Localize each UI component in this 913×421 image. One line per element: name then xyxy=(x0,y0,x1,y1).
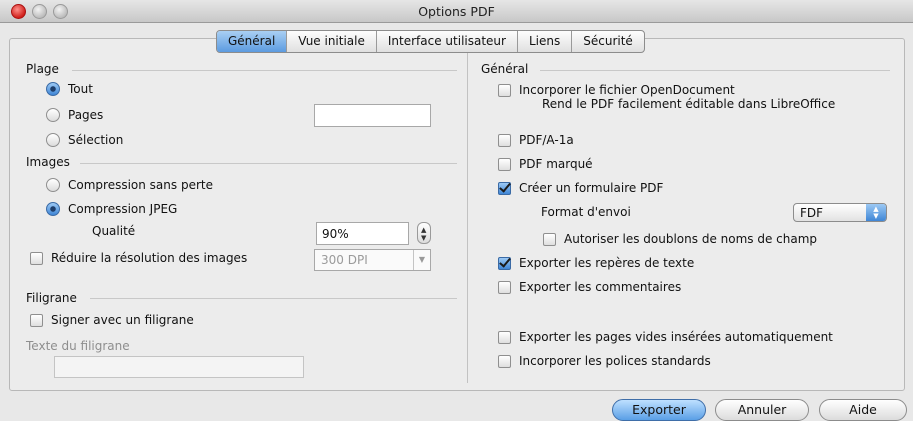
radio-row-jpeg[interactable]: Compression JPEG xyxy=(46,202,177,216)
window-title: Options PDF xyxy=(418,4,495,19)
help-button[interactable]: Aide xyxy=(819,399,907,421)
section-title-general: Général xyxy=(481,62,529,76)
checkbox-label-pdfa: PDF/A-1a xyxy=(519,133,574,147)
checkbox-label-sign-watermark: Signer avec un filigrane xyxy=(51,313,194,327)
title-bar: Options PDF xyxy=(0,0,913,23)
chevron-down-icon: ▼ xyxy=(413,250,430,270)
section-title-filigrane: Filigrane xyxy=(26,291,77,305)
tab-initial-view[interactable]: Vue initiale xyxy=(287,31,377,52)
checkbox-label-export-empty-pages: Exporter les pages vides insérées automa… xyxy=(519,330,833,344)
tab-security[interactable]: Sécurité xyxy=(572,31,644,52)
radio-jpeg-compression[interactable] xyxy=(46,202,60,216)
up-down-arrows-icon: ▲ ▼ xyxy=(866,204,886,221)
checkbox-embed-fonts[interactable] xyxy=(498,354,511,368)
pages-range-input[interactable] xyxy=(314,104,431,127)
radio-selection[interactable] xyxy=(46,133,60,147)
checkbox-row-tagged-pdf[interactable]: PDF marqué xyxy=(498,157,593,171)
watermark-text-label: Texte du filigrane xyxy=(26,339,130,353)
radio-pages[interactable] xyxy=(46,108,60,122)
checkbox-export-comments[interactable] xyxy=(498,280,511,294)
checkbox-row-embed-odf[interactable]: Incorporer le fichier OpenDocument xyxy=(498,83,735,97)
checkbox-label-reduce-resolution: Réduire la résolution des images xyxy=(51,251,248,265)
radio-label-tout: Tout xyxy=(68,82,93,96)
checkbox-reduce-resolution[interactable] xyxy=(30,251,43,265)
checkbox-row-pdfa[interactable]: PDF/A-1a xyxy=(498,133,574,147)
checkbox-create-form[interactable] xyxy=(498,181,511,195)
quality-input[interactable]: 90% xyxy=(316,222,409,245)
tab-links[interactable]: Liens xyxy=(518,31,573,52)
submit-format-select[interactable]: FDF ▲ ▼ xyxy=(793,203,887,222)
radio-lossless-compression[interactable] xyxy=(46,178,60,192)
stepper-up-icon[interactable]: ▲ xyxy=(421,227,426,234)
quality-stepper[interactable]: ▲ ▼ xyxy=(417,222,431,244)
checkbox-label-allow-duplicates: Autoriser les doublons de noms de champ xyxy=(564,232,818,246)
checkbox-row-embed-fonts[interactable]: Incorporer les polices standards xyxy=(498,354,711,368)
submit-format-value: FDF xyxy=(800,206,824,220)
checkbox-sign-watermark[interactable] xyxy=(30,313,43,327)
checkbox-label-embed-odf: Incorporer le fichier OpenDocument xyxy=(519,83,735,97)
checkbox-row-export-comments[interactable]: Exporter les commentaires xyxy=(498,280,681,294)
checkbox-row-export-bookmarks[interactable]: Exporter les repères de texte xyxy=(498,256,694,270)
section-title-plage: Plage xyxy=(26,62,59,76)
section-divider xyxy=(80,163,457,164)
checkbox-export-empty-pages[interactable] xyxy=(498,330,511,344)
checkbox-row-reduce-resolution[interactable]: Réduire la résolution des images xyxy=(30,251,247,265)
checkbox-allow-duplicates[interactable] xyxy=(543,232,556,246)
radio-label-lossless: Compression sans perte xyxy=(68,178,213,192)
tab-bar: Général Vue initiale Interface utilisate… xyxy=(216,30,645,53)
pdf-options-dialog: Options PDF Général Vue initiale Interfa… xyxy=(0,0,913,421)
radio-row-selection[interactable]: Sélection xyxy=(46,133,123,147)
radio-row-lossless[interactable]: Compression sans perte xyxy=(46,178,213,192)
submit-format-label: Format d'envoi xyxy=(541,205,631,219)
tab-user-interface[interactable]: Interface utilisateur xyxy=(377,31,518,52)
watermark-text-input[interactable] xyxy=(54,356,304,378)
radio-row-tout[interactable]: Tout xyxy=(46,82,93,96)
cancel-button[interactable]: Annuler xyxy=(715,399,809,421)
checkbox-label-embed-fonts: Incorporer les polices standards xyxy=(519,354,711,368)
embed-odf-description: Rend le PDF facilement éditable dans Lib… xyxy=(542,97,836,111)
checkbox-row-export-empty-pages[interactable]: Exporter les pages vides insérées automa… xyxy=(498,330,833,344)
radio-label-pages: Pages xyxy=(68,108,104,122)
quality-label: Qualité xyxy=(92,224,136,238)
checkbox-row-allow-duplicates[interactable]: Autoriser les doublons de noms de champ xyxy=(543,232,817,246)
section-divider xyxy=(540,70,890,71)
checkbox-label-export-comments: Exporter les commentaires xyxy=(519,280,682,294)
checkbox-row-sign-watermark[interactable]: Signer avec un filigrane xyxy=(30,313,194,327)
checkbox-export-bookmarks[interactable] xyxy=(498,256,511,270)
resolution-select[interactable]: 300 DPI ▼ xyxy=(314,249,431,271)
column-divider xyxy=(467,53,468,383)
radio-tout[interactable] xyxy=(46,82,60,96)
checkbox-label-create-form: Créer un formulaire PDF xyxy=(519,181,664,195)
section-divider xyxy=(90,298,457,299)
radio-label-selection: Sélection xyxy=(68,133,124,147)
checkbox-tagged-pdf[interactable] xyxy=(498,157,511,171)
checkbox-pdfa[interactable] xyxy=(498,133,511,147)
checkbox-embed-odf[interactable] xyxy=(498,83,511,97)
export-button[interactable]: Exporter xyxy=(612,399,706,421)
stepper-down-icon[interactable]: ▼ xyxy=(421,235,426,242)
section-title-images: Images xyxy=(26,155,70,169)
radio-row-pages[interactable]: Pages xyxy=(46,108,103,122)
checkbox-label-export-bookmarks: Exporter les repères de texte xyxy=(519,256,695,270)
tab-general[interactable]: Général xyxy=(217,31,288,52)
section-divider xyxy=(72,70,457,71)
checkbox-label-tagged-pdf: PDF marqué xyxy=(519,157,593,171)
radio-label-jpeg: Compression JPEG xyxy=(68,202,178,216)
resolution-select-value: 300 DPI xyxy=(321,253,368,267)
checkbox-row-create-form[interactable]: Créer un formulaire PDF xyxy=(498,181,663,195)
